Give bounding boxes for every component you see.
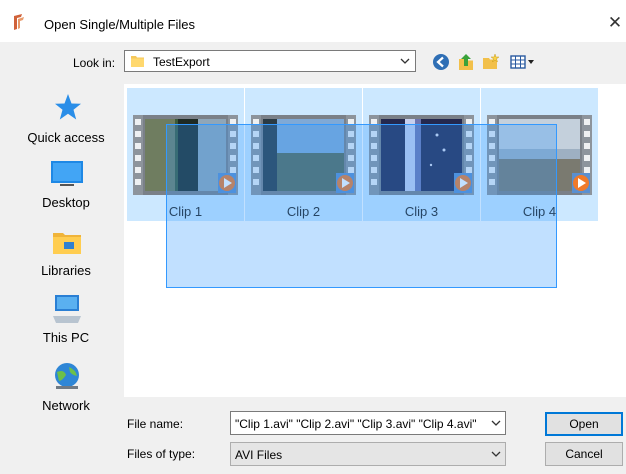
file-name-input[interactable]: "Clip 1.avi" "Clip 2.avi" "Clip 3.avi" "… <box>230 411 506 435</box>
place-label: Desktop <box>42 195 90 210</box>
app-icon <box>14 14 24 30</box>
chevron-down-icon <box>400 58 410 64</box>
quick-access-star-icon <box>55 94 81 120</box>
up-folder-icon[interactable] <box>457 53 475 71</box>
place-network[interactable]: Network <box>12 361 120 415</box>
view-menu-icon[interactable] <box>509 53 537 71</box>
folder-icon <box>131 56 144 67</box>
look-in-dropdown[interactable]: TestExport <box>124 50 416 72</box>
new-folder-icon[interactable] <box>482 53 500 71</box>
file-name-value: "Clip 1.avi" "Clip 2.avi" "Clip 3.avi" "… <box>235 417 477 431</box>
file-name-label: File name: <box>127 417 184 431</box>
network-icon <box>55 363 79 389</box>
back-icon[interactable] <box>432 53 450 71</box>
chevron-down-icon <box>491 451 501 457</box>
cancel-button[interactable]: Cancel <box>545 442 623 466</box>
place-desktop[interactable]: Desktop <box>12 160 120 216</box>
place-label: Libraries <box>41 263 91 278</box>
place-label: Quick access <box>27 130 105 145</box>
open-button[interactable]: Open <box>545 412 623 436</box>
place-label: Network <box>42 398 90 413</box>
window-title: Open Single/Multiple Files <box>44 17 196 32</box>
libraries-icon <box>53 233 81 254</box>
file-type-dropdown[interactable]: AVI Files <box>230 442 506 466</box>
look-in-label: Look in: <box>73 56 116 70</box>
look-in-value: TestExport <box>153 55 210 69</box>
selection-rectangle <box>166 124 557 288</box>
desktop-icon <box>51 161 83 186</box>
close-button[interactable]: ✕ <box>605 12 625 34</box>
chevron-down-icon[interactable] <box>487 412 505 434</box>
file-type-label: Files of type: <box>127 447 196 461</box>
place-quick-access[interactable]: Quick access <box>12 93 120 149</box>
place-libraries[interactable]: Libraries <box>12 229 120 281</box>
this-pc-icon <box>53 295 81 323</box>
place-label: This PC <box>42 330 90 345</box>
place-this-pc[interactable]: This PC <box>12 294 120 346</box>
file-type-value: AVI Files <box>235 448 283 462</box>
